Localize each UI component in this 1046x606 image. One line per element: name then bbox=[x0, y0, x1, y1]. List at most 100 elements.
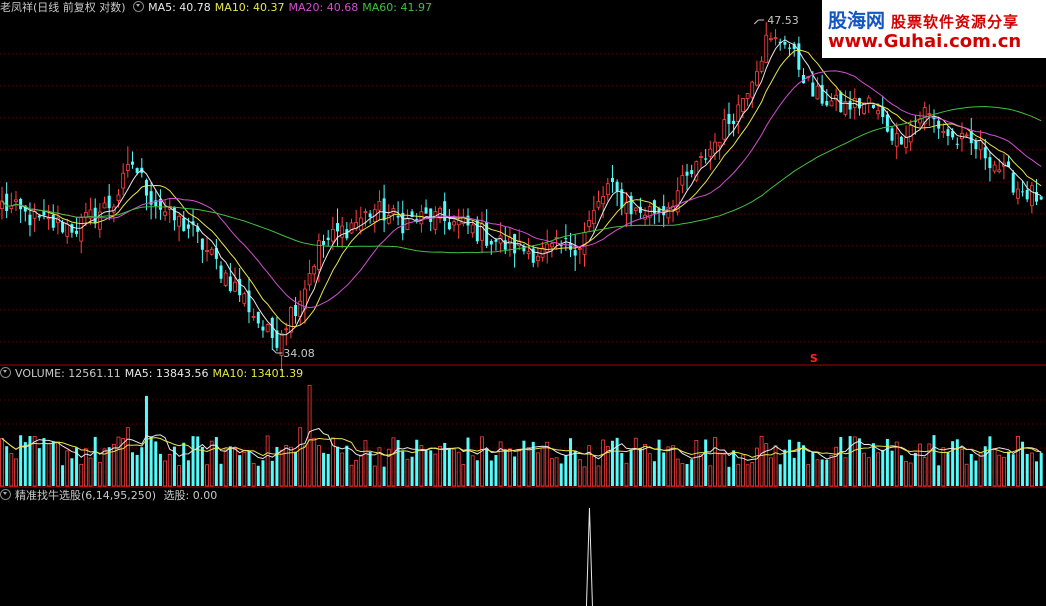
candle-body bbox=[899, 136, 903, 145]
candle-body bbox=[377, 200, 382, 211]
candle-body bbox=[992, 164, 997, 172]
volume-bar bbox=[522, 440, 526, 486]
ma-lines bbox=[1, 39, 1042, 336]
candle-body bbox=[755, 71, 759, 86]
candle-body bbox=[708, 148, 713, 157]
volume-bar bbox=[620, 453, 624, 486]
volume-bar bbox=[788, 439, 792, 486]
volume-bar bbox=[582, 466, 587, 487]
ma-legend-item-1: MA10: 40.37 bbox=[214, 1, 285, 14]
candle-body bbox=[116, 194, 121, 201]
ma20-line bbox=[1, 70, 1042, 309]
candle-body bbox=[205, 250, 209, 252]
candle-body bbox=[61, 222, 65, 233]
candle-body bbox=[549, 243, 554, 248]
volume-bar bbox=[336, 446, 340, 486]
candle-body bbox=[750, 81, 755, 98]
volume-bar bbox=[470, 455, 475, 487]
stock-title[interactable]: 老凤祥(日线 前复权 对数) bbox=[0, 1, 126, 14]
candle-body bbox=[764, 34, 769, 63]
volume-bar bbox=[983, 446, 987, 486]
volume-bar bbox=[946, 452, 950, 486]
collapse-arrow-icon[interactable] bbox=[0, 367, 11, 378]
candle-body bbox=[997, 169, 1002, 173]
candle-body bbox=[788, 47, 792, 49]
volume-bar bbox=[294, 451, 298, 486]
volume-bar bbox=[559, 463, 563, 486]
volume-bar bbox=[410, 456, 414, 486]
candle-body bbox=[811, 82, 815, 97]
collapse-arrow-icon[interactable] bbox=[133, 1, 145, 12]
volume-bar bbox=[834, 446, 839, 487]
volume-bar bbox=[806, 464, 811, 487]
stock-chart[interactable]: 47.53 34.08 S bbox=[0, 0, 1046, 606]
candle-body bbox=[680, 175, 685, 186]
candle-body bbox=[699, 156, 703, 158]
volume-bar bbox=[65, 450, 70, 487]
candle-body bbox=[904, 137, 908, 148]
candle-body bbox=[536, 255, 540, 262]
volume-bar bbox=[93, 436, 97, 486]
candle-body bbox=[456, 220, 461, 226]
volume-bar bbox=[97, 461, 102, 487]
candle-body bbox=[797, 43, 801, 70]
candle-body bbox=[65, 223, 70, 237]
watermark-brand: 股海网 bbox=[828, 10, 886, 32]
volume-bar bbox=[312, 437, 317, 487]
candle-body bbox=[429, 208, 433, 222]
candle-body bbox=[1025, 189, 1029, 200]
candle-body bbox=[470, 224, 475, 234]
volume-bar bbox=[741, 454, 745, 487]
low-marker-line bbox=[271, 348, 277, 354]
volume-bar bbox=[643, 444, 647, 487]
volume-bar bbox=[154, 441, 158, 486]
candle-body bbox=[685, 171, 689, 176]
volume-bar bbox=[531, 441, 535, 486]
volume-bar bbox=[130, 452, 134, 486]
candle-body bbox=[256, 311, 260, 324]
volume-bar bbox=[997, 454, 1002, 487]
volume-bar bbox=[135, 454, 139, 486]
candle-body bbox=[242, 293, 247, 304]
candle-body bbox=[885, 114, 889, 132]
candle-body bbox=[717, 141, 722, 147]
indicator-label[interactable]: 精准找牛选股(6,14,95,250) bbox=[15, 489, 156, 502]
volume-bar bbox=[1039, 452, 1043, 486]
volume-bar bbox=[42, 438, 46, 486]
volume-bar bbox=[932, 435, 936, 486]
collapse-arrow-icon[interactable] bbox=[0, 489, 11, 500]
candle-body bbox=[941, 130, 946, 134]
candle-body bbox=[848, 100, 852, 110]
grid-lines bbox=[0, 53, 1046, 488]
volume-bar bbox=[941, 447, 946, 487]
candle-body bbox=[577, 248, 582, 250]
volume-bar bbox=[233, 448, 237, 487]
volume-bar bbox=[601, 439, 606, 487]
candle-body bbox=[368, 213, 372, 218]
volume-bar bbox=[382, 466, 386, 486]
candle-body bbox=[485, 221, 489, 246]
volume-bar bbox=[61, 465, 65, 486]
volume-bar bbox=[23, 442, 27, 486]
volume-bar bbox=[1025, 453, 1029, 486]
volume-bar bbox=[694, 439, 699, 487]
volume-bar bbox=[792, 457, 796, 486]
volume-bar bbox=[988, 436, 992, 486]
candle-body bbox=[722, 119, 727, 140]
volume-bar bbox=[820, 459, 824, 486]
candle-body bbox=[93, 207, 97, 224]
candle-body bbox=[591, 209, 596, 225]
volume-bar bbox=[680, 463, 685, 487]
candle-body bbox=[587, 220, 592, 228]
candle-body bbox=[988, 157, 992, 169]
volume-bar bbox=[363, 440, 368, 487]
volume-bar bbox=[1029, 452, 1034, 487]
candle-body bbox=[144, 180, 148, 196]
candle-body bbox=[866, 97, 871, 104]
candle-body bbox=[307, 273, 312, 286]
volume-bar bbox=[545, 441, 550, 487]
volume-bar bbox=[503, 449, 507, 486]
volume-bar bbox=[158, 453, 162, 486]
candle-body bbox=[265, 324, 270, 333]
candle-body bbox=[946, 129, 950, 137]
